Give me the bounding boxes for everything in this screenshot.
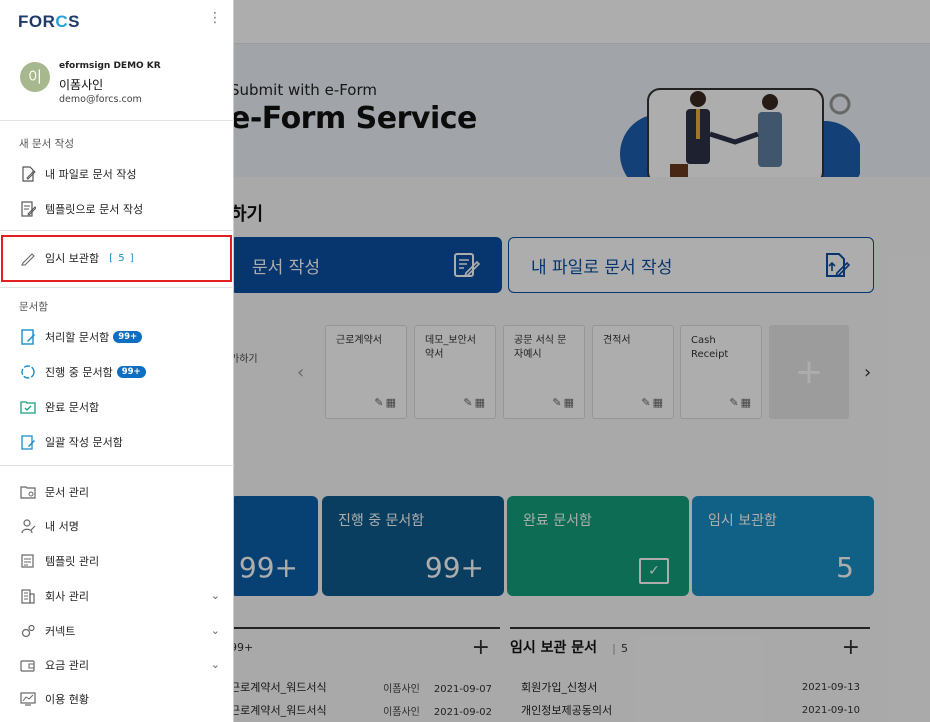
count-badge: 99+ — [116, 366, 146, 378]
menu-item-label: 진행 중 문서함 — [45, 366, 113, 379]
wallet-icon — [19, 656, 37, 674]
divider — [0, 287, 234, 288]
menu-item-signature[interactable]: 내 서명 — [0, 511, 234, 541]
menu-item-completed[interactable]: 완료 문서함 — [0, 392, 234, 422]
completed-folder-icon — [19, 398, 37, 416]
section-label-new-doc: 새 문서 작성 — [19, 138, 74, 150]
menu-item-template-manage[interactable]: 템플릿 관리 — [0, 546, 234, 576]
chevron-down-icon[interactable]: ⌄ — [211, 624, 220, 637]
chevron-down-icon[interactable]: ⌄ — [211, 658, 220, 671]
menu-item-label: 템플릿 관리 — [45, 555, 100, 568]
menu-item-label: 요금 관리 — [45, 659, 89, 672]
count-badge: 99+ — [113, 331, 143, 343]
progress-cycle-icon — [19, 363, 37, 381]
gears-icon — [19, 622, 37, 640]
usage-chart-icon — [19, 690, 37, 708]
divider — [0, 465, 234, 466]
logo-text: FORCS — [18, 12, 81, 31]
user-name: 이폼사인 — [59, 78, 104, 92]
bulk-doc-icon — [19, 433, 37, 451]
template-edit-icon — [19, 200, 37, 218]
menu-item-label: 커넥트 — [45, 625, 76, 638]
menu-item-label: 처리할 문서함 — [45, 331, 110, 344]
menu-item-usage[interactable]: 이용 현황 — [0, 684, 234, 714]
template-manage-icon — [19, 552, 37, 570]
menu-item-template-write[interactable]: 템플릿으로 문서 작성 — [0, 194, 234, 224]
menu-item-label: 완료 문서함 — [45, 401, 100, 414]
menu-item-billing[interactable]: 요금 관리 ⌄ — [0, 650, 234, 680]
menu-item-label: 이용 현황 — [45, 693, 89, 706]
company-name: eformsign DEMO KR — [59, 61, 161, 71]
menu-item-doc-manage[interactable]: 문서 관리 — [0, 477, 234, 507]
building-icon — [19, 587, 37, 605]
side-drawer: FORCS ⋮ 이 eformsign DEMO KR 이폼사인 demo@fo… — [0, 0, 234, 722]
menu-item-in-progress[interactable]: 진행 중 문서함 99+ — [0, 357, 234, 387]
menu-item-label: 내 파일로 문서 작성 — [45, 168, 137, 181]
signature-icon — [19, 517, 37, 535]
doc-manage-icon — [19, 483, 37, 501]
forcs-logo[interactable]: FORCS — [18, 12, 80, 32]
chevron-down-icon[interactable]: ⌄ — [211, 589, 220, 602]
menu-item-bulk[interactable]: 일괄 작성 문서함 — [0, 427, 234, 457]
user-email: demo@forcs.com — [59, 94, 142, 105]
menu-item-label: 문서 관리 — [45, 486, 89, 499]
file-edit-icon — [19, 165, 37, 183]
highlight-box — [1, 235, 232, 282]
menu-item-label: 일괄 작성 문서함 — [45, 436, 123, 449]
menu-item-label: 템플릿으로 문서 작성 — [45, 203, 144, 216]
menu-item-myfile-write[interactable]: 내 파일로 문서 작성 — [0, 159, 234, 189]
menu-item-todo[interactable]: 처리할 문서함 99+ — [0, 322, 234, 352]
avatar[interactable]: 이 — [20, 62, 50, 92]
menu-item-company[interactable]: 회사 관리 ⌄ — [0, 581, 234, 611]
menu-item-connect[interactable]: 커넥트 ⌄ — [0, 616, 234, 646]
menu-item-label: 회사 관리 — [45, 590, 89, 603]
todo-doc-icon — [19, 328, 37, 346]
section-label-docbox: 문서함 — [19, 301, 48, 313]
divider — [0, 120, 234, 121]
menu-item-label: 내 서명 — [45, 520, 79, 533]
divider — [0, 230, 234, 231]
more-vertical-icon[interactable]: ⋮ — [208, 10, 222, 26]
